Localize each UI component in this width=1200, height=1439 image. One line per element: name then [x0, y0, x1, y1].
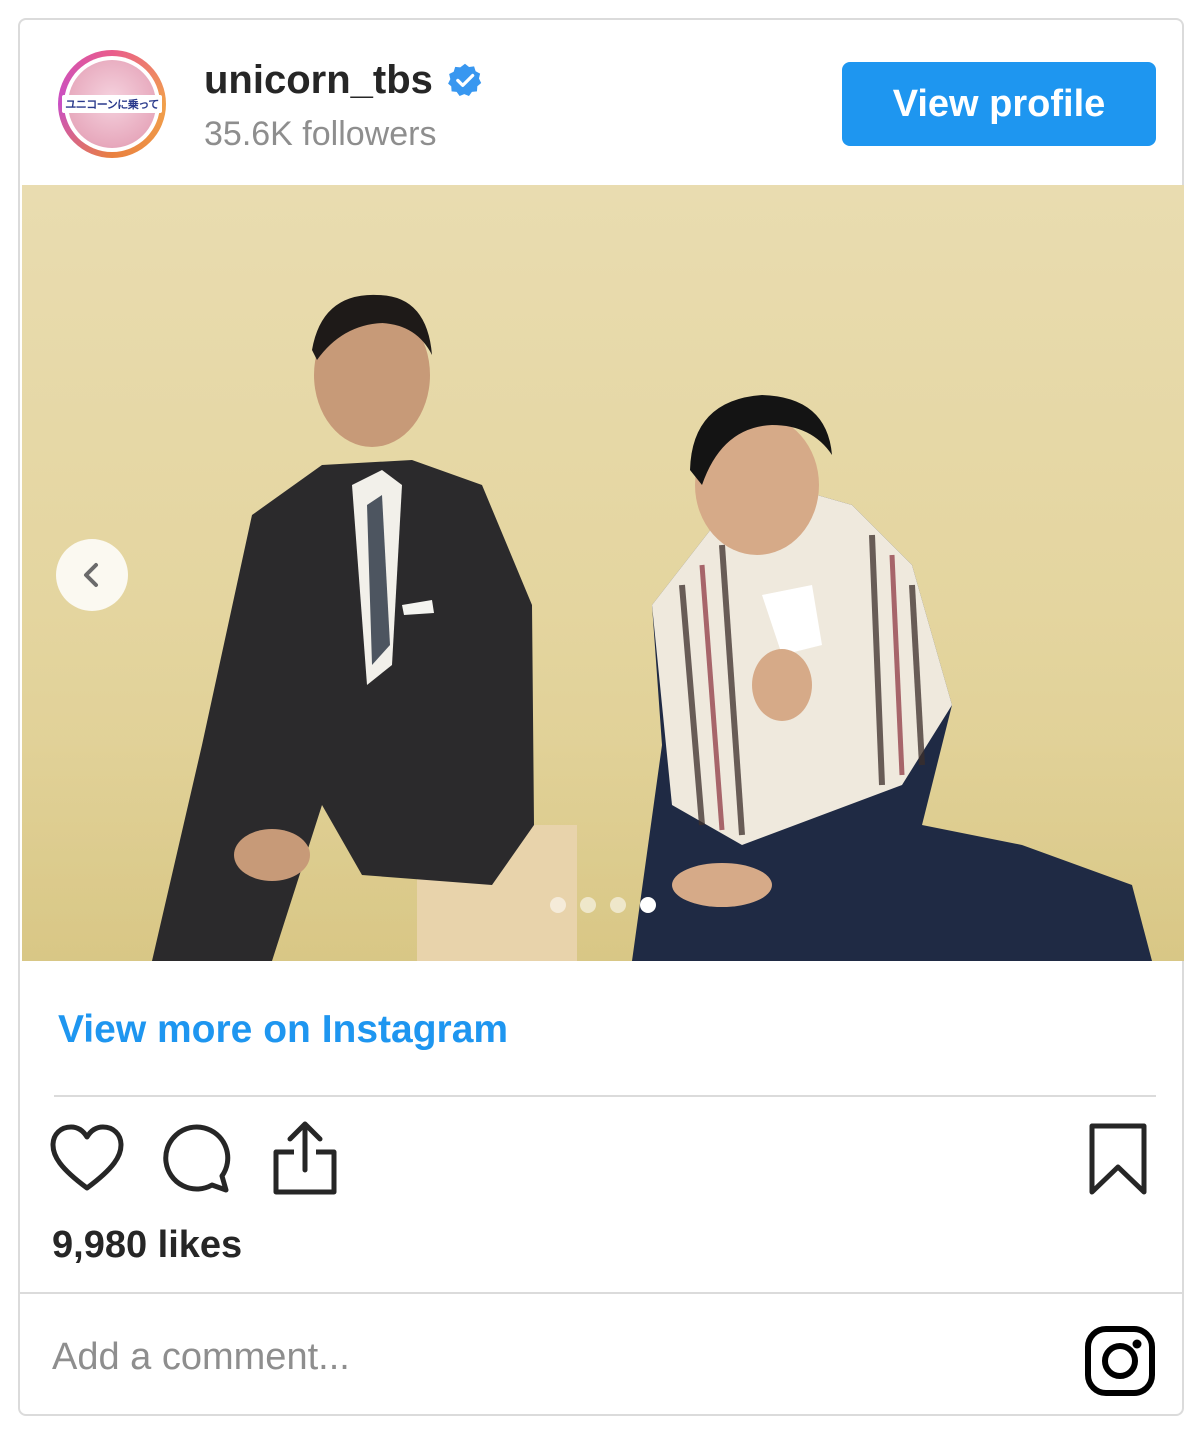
bookmark-icon[interactable]: [1088, 1122, 1148, 1196]
carousel-dot-active: [640, 897, 656, 913]
carousel-dot: [550, 897, 566, 913]
post-photo[interactable]: [22, 185, 1184, 961]
add-comment-input[interactable]: Add a comment...: [52, 1332, 350, 1382]
divider: [54, 1095, 1156, 1097]
heart-icon[interactable]: [50, 1124, 124, 1194]
avatar-frame: ユニコーンに乗って: [62, 56, 162, 152]
profile-avatar[interactable]: ユニコーンに乗って: [58, 50, 166, 158]
view-profile-button[interactable]: View profile: [842, 62, 1156, 146]
username-row: unicorn_tbs: [204, 56, 483, 104]
carousel-dot: [580, 897, 596, 913]
verified-badge-icon: [447, 63, 482, 97]
carousel-previous-button[interactable]: [56, 539, 128, 611]
like-count: 9,980 likes: [52, 1224, 243, 1266]
divider: [20, 1292, 1182, 1294]
avatar-image: ユニコーンに乗って: [62, 60, 162, 148]
carousel-dot: [610, 897, 626, 913]
view-more-on-instagram-link[interactable]: View more on Instagram: [58, 1005, 508, 1055]
comment-icon[interactable]: [162, 1124, 232, 1194]
avatar-logo-text: ユニコーンに乗って: [62, 95, 162, 113]
follower-count: 35.6K followers: [204, 115, 437, 153]
instagram-embed-card: ユニコーンに乗って unicorn_tbs 35.6K followers Vi…: [18, 18, 1184, 1416]
chevron-left-icon: [84, 563, 98, 587]
post-photo-image: [22, 294, 1184, 961]
instagram-logo-icon[interactable]: [1084, 1325, 1156, 1397]
share-icon[interactable]: [272, 1120, 338, 1196]
carousel-indicator: [550, 897, 656, 913]
username[interactable]: unicorn_tbs: [204, 56, 433, 104]
